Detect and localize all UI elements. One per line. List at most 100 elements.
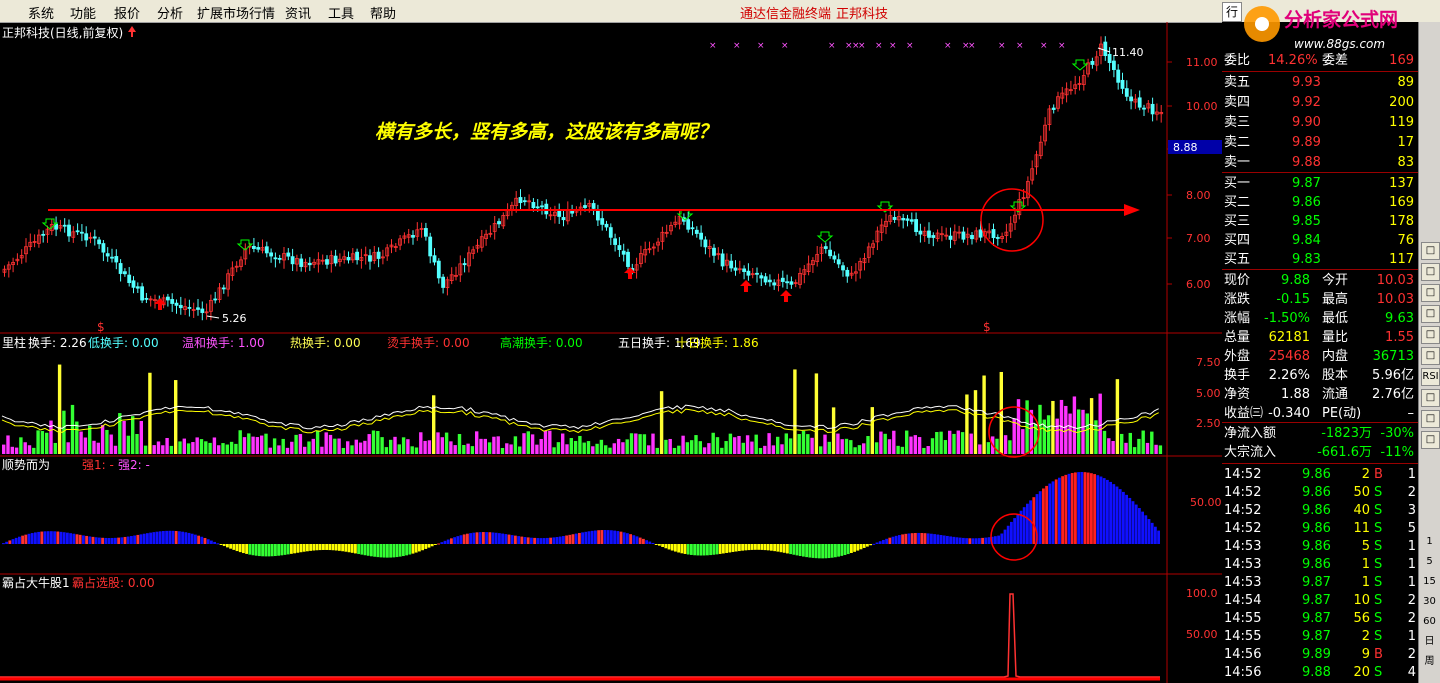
candle-body	[165, 296, 170, 301]
tick-price: 9.87	[1302, 593, 1331, 608]
toolbar-button[interactable]: □	[1421, 410, 1440, 428]
trend-bar	[1067, 473, 1071, 544]
menu-function[interactable]: 功能	[70, 3, 96, 22]
menu-system[interactable]: 系统	[28, 3, 54, 22]
tick-row: 14:55 9.87 2 S 1	[1222, 628, 1418, 646]
period-button[interactable]: 日	[1421, 634, 1438, 650]
period-button[interactable]: 5	[1421, 554, 1438, 570]
panel-tab[interactable]: 行	[1222, 2, 1242, 22]
candle-body	[269, 252, 274, 257]
volume-bar	[135, 433, 139, 454]
stat-label: 涨跌	[1224, 292, 1251, 307]
period-button[interactable]: 15	[1421, 574, 1438, 590]
volume-bar	[548, 430, 552, 454]
trend-bar	[552, 537, 556, 544]
volume-bar	[470, 446, 475, 454]
candle-body	[613, 238, 617, 245]
menu-help[interactable]: 帮助	[370, 3, 396, 22]
signal-mark: ×	[1040, 41, 1048, 51]
tick-time: 14:52	[1224, 467, 1262, 482]
volume-bar	[272, 438, 277, 454]
trend-bar	[149, 532, 152, 544]
tick-price: 9.86	[1302, 485, 1331, 500]
trend-bar	[648, 541, 652, 544]
trend-bar	[194, 534, 197, 544]
trend-bar	[1109, 481, 1112, 544]
period-button[interactable]: 60	[1421, 614, 1438, 630]
volume-bar	[148, 372, 152, 454]
volume-bar	[492, 436, 496, 454]
candle-body	[84, 233, 89, 241]
trend-bar	[424, 544, 428, 549]
toolbar-button[interactable]: RSI	[1421, 368, 1440, 386]
trend-bar	[270, 544, 274, 557]
toolbar-button[interactable]: □	[1421, 305, 1440, 323]
trend-bar	[654, 544, 658, 545]
tick-volume: 50	[1353, 485, 1370, 500]
period-button[interactable]: 周	[1421, 654, 1438, 670]
toolbar-button[interactable]: □	[1421, 347, 1440, 365]
volume-bar	[238, 430, 242, 454]
tick-price: 9.87	[1302, 629, 1331, 644]
high-label: 11.40	[1112, 46, 1144, 59]
sell-row: 卖二 9.89 17	[1222, 134, 1418, 152]
trend-bar	[331, 544, 335, 551]
volume-bar	[479, 438, 483, 454]
trend-bar	[651, 542, 655, 544]
trend-bar	[661, 544, 664, 547]
legend-item: 十日换手: 1.86	[676, 336, 759, 350]
menu-analysis[interactable]: 分析	[157, 3, 183, 22]
menu-extended-market[interactable]: 扩展市场行情	[197, 3, 275, 22]
toolbar-button[interactable]: □	[1421, 389, 1440, 407]
toolbar-button[interactable]: □	[1421, 431, 1440, 449]
buy-row: 买一 9.87 137	[1222, 175, 1418, 193]
buy-label: 买五	[1224, 252, 1251, 267]
period-button[interactable]: 1	[1421, 534, 1438, 550]
volume-bar	[414, 447, 419, 454]
toolbar-button[interactable]: □	[1421, 284, 1440, 302]
candle-body	[174, 302, 179, 306]
menu-tools[interactable]: 工具	[328, 3, 354, 22]
toolbar-button[interactable]: □	[1421, 326, 1440, 344]
volume-bar	[204, 441, 208, 454]
trend-bar	[942, 535, 946, 544]
trend-bar	[478, 532, 482, 544]
trend-bar	[50, 531, 53, 544]
trend-bar	[386, 544, 389, 558]
trend-bar	[853, 544, 856, 552]
trend-bar	[370, 544, 373, 557]
volume-bar	[1102, 430, 1107, 454]
volume-bar	[1068, 413, 1072, 454]
period-button[interactable]: 30	[1421, 594, 1438, 610]
volume-bar	[255, 437, 260, 454]
trend-bar	[382, 544, 386, 558]
chart-area[interactable]: ×××××××××××××××××× 11.0010.009.008.007.0…	[0, 22, 1222, 683]
trend-bar	[891, 536, 895, 544]
trend-bar	[267, 544, 271, 557]
stat-label: 量比	[1322, 330, 1349, 345]
tick-row: 14:52 9.86 11 S 5	[1222, 520, 1418, 538]
trend-bar	[766, 544, 770, 551]
candle-body	[729, 260, 734, 269]
low-label: 5.26	[222, 312, 247, 325]
volume-bar	[358, 442, 363, 454]
trend-bar	[1112, 484, 1116, 544]
volume-bar	[75, 421, 79, 454]
trend-bars	[2, 472, 1160, 559]
trend-bar	[1045, 485, 1048, 544]
menu-news[interactable]: 资讯	[285, 3, 311, 22]
toolbar-button[interactable]: □	[1421, 263, 1440, 281]
toolbar-button[interactable]: □	[1421, 242, 1440, 260]
volume-bar	[457, 434, 462, 454]
volume-bar	[543, 430, 548, 454]
tick-time: 14:55	[1224, 629, 1262, 644]
volume-bar	[823, 434, 827, 454]
stat-value: 10.03	[1376, 292, 1414, 307]
volume-bar	[896, 445, 900, 454]
menu-quote[interactable]: 报价	[114, 3, 140, 22]
volume-bar	[10, 446, 14, 454]
trend-bar	[680, 544, 684, 554]
trend-bar	[222, 544, 226, 547]
volume-bar	[758, 447, 763, 454]
trend-bar	[373, 544, 376, 557]
